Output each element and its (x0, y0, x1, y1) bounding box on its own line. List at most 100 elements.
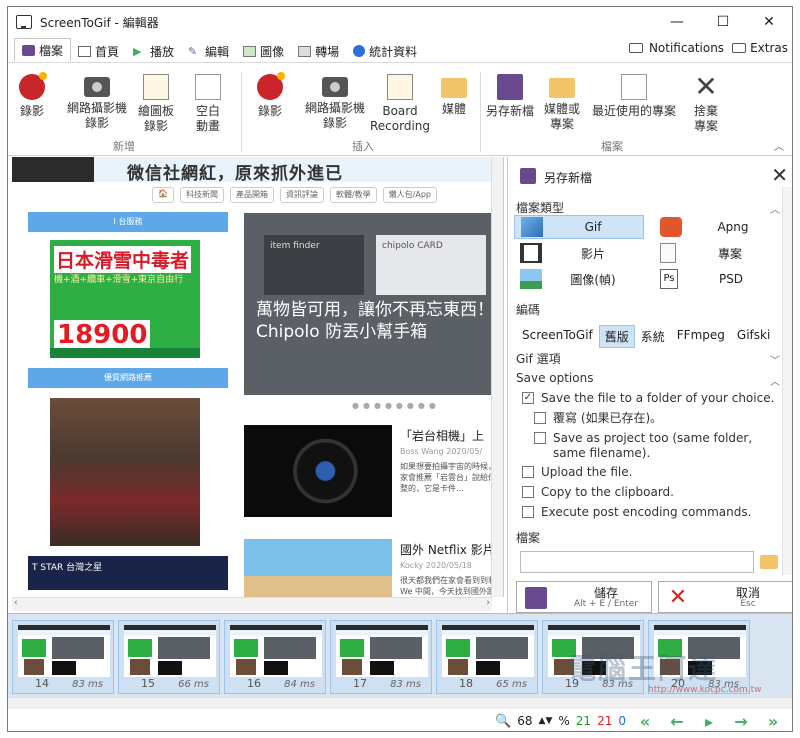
save-icon (525, 587, 547, 609)
encoder-screentogif[interactable]: ScreenToGif (516, 325, 599, 348)
encoder-gifski[interactable]: Gifski (731, 325, 776, 348)
frame-item[interactable]: 17 83 ms (330, 620, 432, 694)
option-copy-clipboard[interactable]: Copy to the clipboard. (522, 485, 778, 500)
checkbox[interactable] (522, 506, 534, 518)
discard-icon: ✕ (694, 70, 718, 103)
new-board-recording-button[interactable]: 繪圖板 錄影 (130, 74, 182, 134)
insert-webcam-recording-button[interactable]: 網路攝影機 錄影 (294, 74, 376, 131)
title-bar: ScreenToGif - 編輯器 — ☐ ✕ (8, 7, 792, 37)
collapse-chevron-icon[interactable]: ︿ (770, 201, 780, 216)
save-icon (520, 168, 536, 184)
file-type-gif[interactable]: Gif (514, 215, 644, 239)
file-type-apng[interactable]: Apng (654, 215, 784, 239)
collapse-chevron-icon[interactable]: ︿ (770, 373, 780, 388)
option-upload[interactable]: Upload the file. (522, 465, 778, 480)
save-as-button[interactable]: 另存新檔 (482, 74, 538, 119)
new-webcam-recording-button[interactable]: 網路攝影機 錄影 (58, 74, 136, 131)
close-window-button[interactable]: ✕ (746, 7, 792, 37)
close-panel-button[interactable]: ✕ (771, 165, 788, 185)
tab-image[interactable]: 圖像 (236, 40, 291, 62)
collapse-ribbon-icon[interactable]: ︿ (774, 138, 784, 153)
insert-board-recording-button[interactable]: Board Recording (368, 74, 432, 134)
expand-chevron-icon[interactable]: ﹀ (770, 352, 780, 367)
file-type-project[interactable]: 專案 (654, 241, 784, 265)
app-icon (16, 15, 32, 29)
scroll-left-icon[interactable]: ‹ (14, 598, 18, 608)
load-media-project-button[interactable]: 媒體或 專案 (538, 74, 586, 132)
gif-options-label: Gif 選項 (516, 352, 561, 366)
watermark-logo: 電腦王阿達 (568, 652, 719, 685)
ribbon-group-insert: 錄影 網路攝影機 錄影 Board Recording 媒體 插入 (244, 64, 482, 156)
tab-home[interactable]: 首頁 (71, 40, 126, 62)
last-frame-icon[interactable]: » (760, 712, 786, 731)
option-post-encoding[interactable]: Execute post encoding commands. (522, 505, 778, 520)
canvas-horizontal-scrollbar[interactable]: ‹ › (12, 597, 492, 611)
frame-thumbnail (336, 625, 428, 677)
option-overwrite[interactable]: 覆寫 (如果已存在)。 (534, 411, 778, 426)
zoom-icon: 🔍 (495, 713, 512, 729)
zoom-value[interactable]: 68 (517, 714, 532, 728)
checkbox[interactable] (534, 432, 546, 444)
frame-item[interactable]: 15 66 ms (118, 620, 220, 694)
hero-product-card: chipolo CARD (376, 235, 486, 295)
recent-projects-button[interactable]: 最近使用的專案 (586, 74, 682, 119)
checkbox[interactable] (522, 486, 534, 498)
insert-media-button[interactable]: 媒體 (428, 74, 480, 117)
tab-play[interactable]: ▶ 播放 (126, 40, 181, 62)
file-type-psd[interactable]: Ps PSD (654, 267, 784, 291)
zoom-stepper-icon[interactable]: ▲▼ (539, 716, 553, 726)
checkbox[interactable] (534, 412, 546, 424)
option-save-to-folder[interactable]: ✓ Save the file to a folder of your choi… (522, 391, 778, 406)
cancel-button[interactable]: ✕ 取消 Esc (658, 581, 792, 613)
checkbox-checked[interactable]: ✓ (522, 392, 534, 404)
extras-button[interactable]: Extras (732, 41, 788, 55)
frame-thumbnail (18, 625, 110, 677)
play-frame-icon[interactable]: ▸ (696, 712, 722, 731)
file-type-video[interactable]: 影片 (514, 241, 644, 265)
notification-icon (628, 43, 643, 53)
transition-icon (298, 45, 312, 57)
nav-item: 資訊評論 (279, 187, 324, 203)
notifications-button[interactable]: Notifications (628, 41, 724, 55)
file-label: 檔案 (516, 531, 541, 545)
next-frame-icon[interactable]: → (728, 712, 754, 731)
file-name-input[interactable] (520, 551, 754, 573)
option-save-as-project[interactable]: Save as project too (same folder, same f… (534, 431, 778, 461)
maximize-button[interactable]: ☐ (700, 7, 746, 37)
nav-item: 軟體/教學 (329, 187, 377, 203)
frame-item[interactable]: 18 65 ms (436, 620, 538, 694)
frame-item[interactable]: 14 83 ms (12, 620, 114, 694)
discard-project-button[interactable]: ✕ 捨棄 專案 (682, 70, 730, 134)
first-frame-icon[interactable]: « (632, 712, 658, 731)
article-item: 國外 Netflix 影片 Kocky 2020/05/18 很天都我們在家會看… (244, 539, 503, 597)
encoder-legacy[interactable]: 舊版 (598, 325, 635, 348)
frame-item[interactable]: 16 84 ms (224, 620, 326, 694)
article-thumbnail (244, 425, 392, 517)
tab-transitions[interactable]: 轉場 (291, 40, 346, 62)
encoder-ffmpeg[interactable]: FFmpeg (671, 325, 731, 348)
article-item: 「岩台相機」上 Boss Wang 2020/05/ 如果想要拍攝宇宙的時候，大… (244, 425, 503, 517)
frames-horizontal-scrollbar[interactable] (8, 697, 792, 709)
psd-icon: Ps (660, 269, 678, 289)
webcam-icon (84, 77, 110, 97)
new-recording-button[interactable]: 錄影 (8, 72, 58, 119)
save-button[interactable]: 儲存 Alt + E / Enter (516, 581, 652, 613)
file-type-images[interactable]: 圖像(幀) (514, 267, 644, 291)
tab-edit[interactable]: ✎ 編輯 (181, 40, 236, 62)
status-bar: 🔍 68 ▲▼ % 21 21 0 « ← ▸ → » (8, 709, 792, 731)
minimize-button[interactable]: — (654, 7, 700, 37)
insert-recording-button[interactable]: 錄影 (244, 72, 296, 119)
browse-folder-icon[interactable] (760, 555, 778, 569)
scroll-right-icon[interactable]: › (486, 598, 490, 608)
checkbox[interactable] (522, 466, 534, 478)
canvas-vertical-scrollbar[interactable] (491, 157, 503, 597)
new-blank-animation-button[interactable]: 空白 動畫 (182, 74, 234, 134)
board-insert-icon (387, 74, 413, 100)
cancel-icon: ✕ (668, 585, 688, 610)
encoder-system[interactable]: 系統 (635, 325, 671, 348)
tab-file[interactable]: 檔案 (14, 38, 72, 62)
tab-statistics[interactable]: 統計資料 (346, 40, 424, 62)
encoder-label: 編碼 (516, 303, 541, 317)
previous-frame-icon[interactable]: ← (664, 712, 690, 731)
save-panel-title: 另存新檔 (544, 171, 593, 185)
